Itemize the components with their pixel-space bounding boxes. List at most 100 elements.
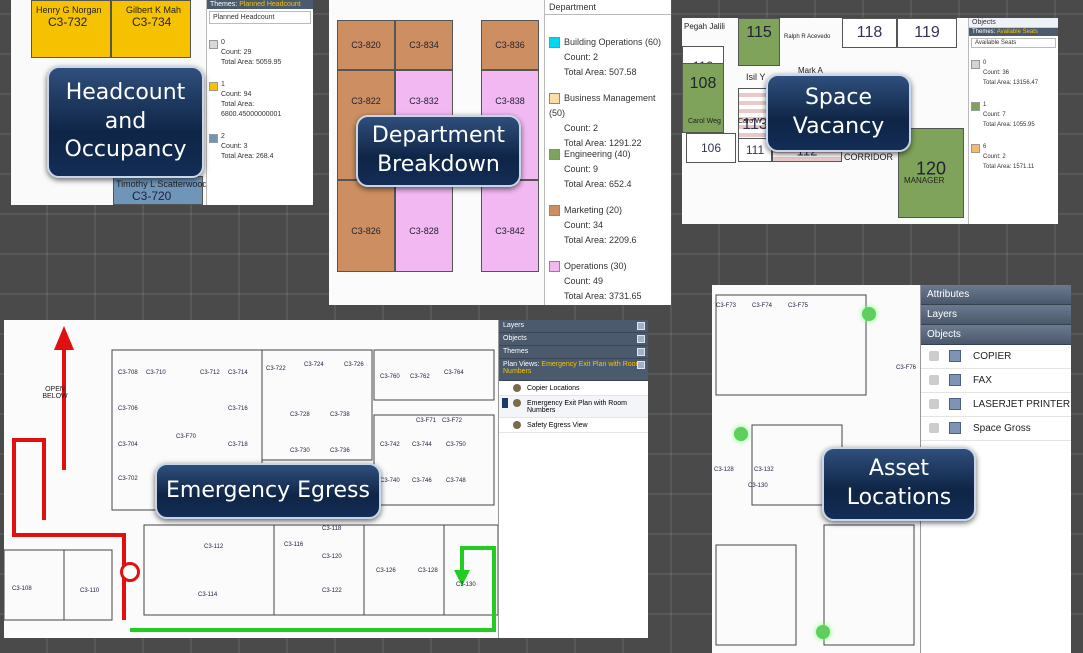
room-label[interactable]: C3-F76	[896, 365, 916, 371]
room-label[interactable]: C3-708	[118, 370, 138, 376]
room-label[interactable]: C3-130	[456, 582, 476, 588]
room-c3-826[interactable]: C3-826	[337, 180, 395, 272]
room-115[interactable]: 115	[738, 18, 780, 66]
object-item-space-gross[interactable]: Space Gross	[921, 417, 1071, 441]
room-label[interactable]: C3-704	[118, 442, 138, 448]
room-label[interactable]: C3-130	[748, 483, 768, 489]
expand-icon[interactable]	[637, 322, 645, 330]
room-label[interactable]: C3-120	[322, 554, 342, 560]
emergency-exit-icon[interactable]	[120, 562, 140, 582]
expand-icon[interactable]	[637, 361, 645, 369]
room-c3-834[interactable]: C3-834	[395, 20, 453, 70]
asset-marker-icon[interactable]	[734, 427, 748, 441]
room-c3-836[interactable]: C3-836	[481, 20, 539, 70]
dept-item-0[interactable]: Building Operations (60) Count: 2 Total …	[549, 35, 661, 80]
room-label[interactable]: C3-132	[754, 467, 774, 473]
room-label[interactable]: C3-750	[446, 442, 466, 448]
legend-item-0[interactable]: 0 Count: 29 Total Area: 5059.95	[207, 38, 313, 68]
plan-views-header[interactable]: Plan Views: Emergency Exit Plan with Roo…	[499, 359, 648, 381]
room-label[interactable]: C3-726	[344, 362, 364, 368]
room-c3-720[interactable]: Timothy L Scatterwood C3-720	[113, 176, 207, 205]
room-label[interactable]: C3-114	[198, 592, 217, 598]
room-label[interactable]: C3-740	[380, 478, 400, 484]
legend-item-2[interactable]: 2 Count: 3 Total Area: 268.4	[207, 132, 313, 162]
room-label[interactable]: C3-718	[228, 442, 248, 448]
room-label[interactable]: C3-712	[200, 370, 220, 376]
room-106[interactable]: 106	[686, 133, 736, 163]
room-label[interactable]: C3-762	[410, 374, 430, 380]
room-label[interactable]: C3-738	[330, 412, 350, 418]
room-label[interactable]: C3-722	[266, 366, 286, 372]
legend-count: Count: 7	[983, 112, 1006, 118]
checkbox[interactable]	[929, 375, 939, 385]
room-label[interactable]: C3-736	[330, 448, 350, 454]
room-label[interactable]: C3-706	[118, 406, 138, 412]
room-label[interactable]: C3-724	[304, 362, 324, 368]
expand-icon[interactable]	[637, 335, 645, 343]
layers-header[interactable]: Layers	[921, 305, 1071, 325]
object-item-laserjet[interactable]: LASERJET PRINTER	[921, 393, 1071, 417]
dept-item-1[interactable]: Business Management (50) Count: 2 Total …	[549, 91, 671, 151]
room-label[interactable]: C3-764	[444, 370, 464, 376]
legend-item-1[interactable]: 1 Count: 94 Total Area: 6800.45000000001	[207, 80, 313, 120]
room-c3-842[interactable]: C3-842	[481, 180, 539, 272]
plan-view-item-emergency-exit[interactable]: Emergency Exit Plan with Room Numbers	[499, 396, 648, 418]
room-c3-732[interactable]: Henry G Norgan C3-732	[31, 0, 111, 58]
room-label[interactable]: C3-728	[290, 412, 310, 418]
legend-title: Planned Headcount	[209, 11, 311, 24]
room-label[interactable]: C3-716	[228, 406, 248, 412]
room-label[interactable]: C3-730	[290, 448, 310, 454]
dept-item-4[interactable]: Operations (30) Count: 49 Total Area: 37…	[549, 259, 642, 304]
room-label[interactable]: C3-F71	[416, 418, 436, 424]
object-item-fax[interactable]: FAX	[921, 369, 1071, 393]
objects-header[interactable]: Objects	[499, 333, 648, 346]
room-label[interactable]: C3-F70	[176, 434, 196, 440]
object-item-copier[interactable]: COPIER	[921, 345, 1071, 369]
plan-view-item-safety-egress[interactable]: Safety Egress View	[499, 418, 648, 433]
attributes-header[interactable]: Attributes	[921, 285, 1071, 305]
asset-marker-icon[interactable]	[862, 307, 876, 321]
room-119[interactable]: 119	[897, 18, 957, 48]
room-label[interactable]: C3-110	[80, 588, 99, 594]
room-label[interactable]: C3-108	[12, 586, 32, 592]
checkbox[interactable]	[929, 423, 939, 433]
layers-header[interactable]: Layers	[499, 320, 648, 333]
expand-icon[interactable]	[637, 348, 645, 356]
room-label[interactable]: C3-746	[412, 478, 432, 484]
checkbox[interactable]	[929, 399, 939, 409]
room-label: 119	[914, 24, 940, 41]
callout-department: Department Breakdown	[356, 115, 521, 187]
room-label[interactable]: C3-744	[412, 442, 432, 448]
room-label[interactable]: C3-118	[322, 526, 341, 532]
room-label[interactable]: C3-F75	[788, 303, 808, 309]
room-label[interactable]: C3-116	[284, 542, 303, 548]
room-label[interactable]: C3-126	[376, 568, 396, 574]
checkbox[interactable]	[929, 351, 939, 361]
room-label[interactable]: C3-122	[322, 588, 342, 594]
objects-header[interactable]: Objects	[921, 325, 1071, 345]
room-c3-734[interactable]: Gilbert K Mah C3-734	[111, 0, 191, 58]
room-label[interactable]: C3-714	[228, 370, 248, 376]
room-label[interactable]: C3-F73	[716, 303, 736, 309]
room-label[interactable]: C3-128	[418, 568, 438, 574]
room-label[interactable]: C3-128	[714, 467, 734, 473]
dept-item-3[interactable]: Marketing (20) Count: 34 Total Area: 220…	[549, 203, 637, 248]
room-c3-820[interactable]: C3-820	[337, 20, 395, 70]
legend-item-2[interactable]: 6 Count: 2 Total Area: 1571.11	[969, 142, 1058, 172]
room-label[interactable]: C3-742	[380, 442, 400, 448]
room-label[interactable]: C3-F74	[752, 303, 772, 309]
room-label[interactable]: C3-F72	[442, 418, 462, 424]
themes-header[interactable]: Themes	[499, 346, 648, 359]
room-label[interactable]: C3-710	[146, 370, 166, 376]
dept-item-2[interactable]: Engineering (40) Count: 9 Total Area: 65…	[549, 147, 632, 192]
room-label[interactable]: C3-702	[118, 476, 138, 482]
plan-view-item-copier[interactable]: Copier Locations	[499, 381, 648, 396]
legend-item-1[interactable]: 1 Count: 7 Total Area: 1055.95	[969, 100, 1058, 130]
room-118[interactable]: 118	[842, 18, 897, 48]
legend-item-0[interactable]: 0 Count: 36 Total Area: 13156.47	[969, 58, 1058, 88]
room-label[interactable]: C3-112	[204, 544, 223, 550]
room-label[interactable]: C3-760	[380, 374, 400, 380]
asset-marker-icon[interactable]	[816, 625, 830, 639]
room-c3-828[interactable]: C3-828	[395, 180, 453, 272]
room-label[interactable]: C3-748	[446, 478, 466, 484]
